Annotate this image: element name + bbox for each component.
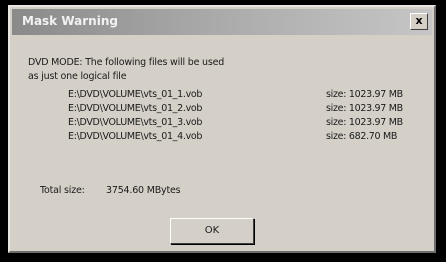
total-size-label: Total size: [40, 185, 85, 196]
file-size: size: 1023.97 MB [326, 103, 403, 114]
file-path: E:\DVD\VOLUME\vts_01_2.vob [68, 103, 203, 114]
file-row: E:\DVD\VOLUME\vts_01_1.vob size: 1023.97… [10, 89, 434, 102]
file-size: size: 682.70 MB [326, 131, 398, 142]
file-size: size: 1023.97 MB [326, 89, 403, 100]
warning-dialog: Mask Warning x DVD MODE: The following f… [8, 5, 436, 253]
file-row: E:\DVD\VOLUME\vts_01_3.vob size: 1023.97… [10, 117, 434, 130]
dialog-titlebar[interactable]: Mask Warning x [12, 9, 432, 35]
close-button[interactable]: x [410, 13, 428, 30]
file-path: E:\DVD\VOLUME\vts_01_3.vob [68, 117, 203, 128]
file-row: E:\DVD\VOLUME\vts_01_4.vob size: 682.70 … [10, 131, 434, 144]
dialog-title: Mask Warning [22, 14, 118, 28]
message-line-2: as just one logical file [28, 71, 127, 82]
total-size-value: 3754.60 MBytes [106, 185, 181, 196]
file-path: E:\DVD\VOLUME\vts_01_4.vob [68, 131, 203, 142]
message-line-1: DVD MODE: The following files will be us… [28, 57, 225, 68]
file-row: E:\DVD\VOLUME\vts_01_2.vob size: 1023.97… [10, 103, 434, 116]
file-path: E:\DVD\VOLUME\vts_01_1.vob [68, 89, 203, 100]
ok-button[interactable]: OK [170, 218, 254, 244]
file-size: size: 1023.97 MB [326, 117, 403, 128]
close-icon: x [415, 14, 423, 27]
